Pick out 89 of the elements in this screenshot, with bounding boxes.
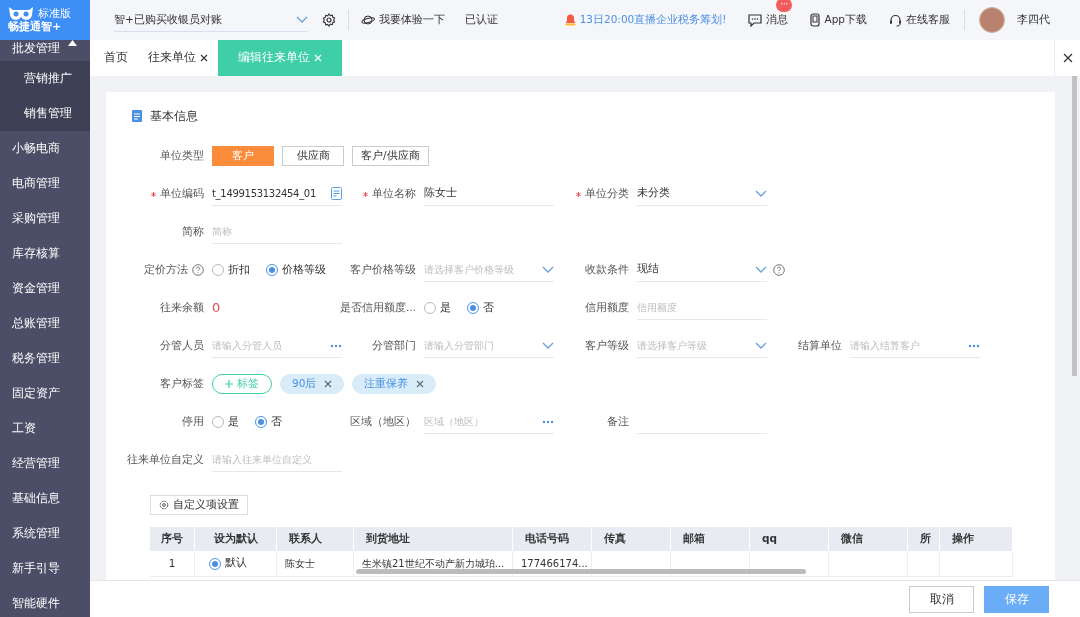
radio-label: 默认 <box>224 555 247 572</box>
column-header: 序号 <box>150 527 195 551</box>
column-header: 操作 <box>940 527 1013 551</box>
sidebar-item[interactable]: 电商管理 <box>0 166 90 201</box>
field-label: 简称 <box>182 224 204 240</box>
sidebar-item[interactable]: 新手引导 <box>0 551 90 586</box>
cancel-button[interactable]: 取消 <box>909 585 974 613</box>
field-label: 区域（地区） <box>350 414 416 430</box>
field-value: 0 <box>212 299 221 318</box>
field-label: 是否信用额度... <box>340 300 416 316</box>
input-field[interactable]: 陈女士 <box>424 182 554 206</box>
table-cell-text: 陈女士 <box>285 557 315 571</box>
field-label: 单位分类 <box>585 186 629 202</box>
field-placeholder: 请输入结算客户 <box>850 339 920 353</box>
sidebar-item[interactable]: 系统管理 <box>0 516 90 551</box>
column-header: 联系人 <box>277 527 354 551</box>
section-title: 基本信息 <box>150 108 198 125</box>
radio-label: 否 <box>483 299 494 316</box>
app-button[interactable]: App下载 <box>810 12 867 28</box>
sidebar-item[interactable]: 经营管理 <box>0 446 90 481</box>
field-label: 往来余额 <box>160 300 204 316</box>
message-button[interactable]: 消息 <box>748 12 789 28</box>
column-header: 设为默认 <box>195 527 277 551</box>
sidebar-item[interactable]: 库存核算 <box>0 236 90 271</box>
field-value: t_1499153132454_01 <box>212 187 316 201</box>
sidebar-subitem[interactable]: 销售管理 <box>0 96 90 131</box>
column-header: 微信 <box>829 527 908 551</box>
radio-label: 否 <box>271 413 282 430</box>
sidebar-item[interactable]: 基础信息 <box>0 481 90 516</box>
brand-name: 畅捷通智+ <box>8 20 63 34</box>
field-label: 停用 <box>182 414 204 430</box>
custom-fields-button[interactable]: 自定义项设置 <box>150 495 248 515</box>
column-header: 所 <box>908 527 940 551</box>
sidebar-item[interactable]: 工资 <box>0 411 90 446</box>
verified-label: 已认证 <box>465 12 498 28</box>
column-header: 邮箱 <box>671 527 750 551</box>
column-header: qq <box>750 527 829 551</box>
user-name[interactable]: 李四代 <box>1017 12 1050 28</box>
type-option-button[interactable]: 供应商 <box>282 146 344 166</box>
input-field[interactable]: t_1499153132454_01 <box>212 182 342 206</box>
sidebar-item[interactable]: 税务管理 <box>0 341 90 376</box>
column-header: 传真 <box>592 527 671 551</box>
sidebar-subitem[interactable]: 营销推广 <box>0 61 90 96</box>
radio-label: 是 <box>228 413 239 430</box>
field-placeholder: 请选择客户价格等级 <box>424 263 514 277</box>
radio-label: 折扣 <box>228 261 250 278</box>
customer-tag: 注重保养 <box>352 374 437 394</box>
field-placeholder: 区域（地区） <box>424 415 484 429</box>
radio-label: 是 <box>440 299 451 316</box>
service-button[interactable]: 在线客服 <box>889 12 950 28</box>
column-header: 到货地址 <box>354 527 513 551</box>
field-label: 结算单位 <box>798 338 842 354</box>
table-cell: 1 <box>150 551 195 576</box>
field-label: 单位名称 <box>372 186 416 202</box>
field-label: 分管部门 <box>372 338 416 354</box>
account-select[interactable]: 智+已购买收银员对账 <box>114 8 308 32</box>
sidebar-item[interactable]: 小畅电商 <box>0 131 90 166</box>
field-label: 单位编码 <box>160 186 204 202</box>
experience-link[interactable]: 我要体验一下 <box>361 12 445 28</box>
field-placeholder: 请选择客户等级 <box>637 339 707 353</box>
field-label: 分管人员 <box>160 338 204 354</box>
column-header: 电话号码 <box>513 527 592 551</box>
field-label: 备注 <box>607 414 629 430</box>
customer-tag: 90后 <box>280 374 345 394</box>
sidebar-item[interactable]: 采购管理 <box>0 201 90 236</box>
field-label: 定价方法 <box>144 262 188 278</box>
table-cell-text: 177466174... <box>521 557 588 571</box>
notification-badge: ··· <box>776 0 793 13</box>
table-cell-text: 生米镇21世纪不动产新力城珀... <box>362 557 505 571</box>
field-label: 客户标签 <box>160 376 204 392</box>
field-value: 现结 <box>637 261 659 278</box>
field-value: 未分类 <box>637 185 670 202</box>
sidebar-item[interactable]: 智能硬件 <box>0 586 90 617</box>
field-label: 客户价格等级 <box>350 262 416 278</box>
select-field[interactable]: 未分类 <box>637 182 767 206</box>
field-label: 客户等级 <box>585 338 629 354</box>
sidebar-item[interactable]: 批发管理 <box>0 40 90 61</box>
sidebar-item[interactable]: 资金管理 <box>0 271 90 306</box>
field-label: 往来单位自定义 <box>127 452 204 468</box>
field-label: 单位类型 <box>160 148 204 164</box>
type-option-button[interactable]: 客户/供应商 <box>352 146 429 166</box>
radio-label: 价格等级 <box>282 261 326 278</box>
sidebar-item[interactable]: 固定资产 <box>0 376 90 411</box>
select-field[interactable]: 现结 <box>637 258 767 282</box>
field-label: 收款条件 <box>585 262 629 278</box>
edition-label: 标准版 <box>38 7 71 19</box>
sidebar-item[interactable]: 总账管理 <box>0 306 90 341</box>
field-value: 陈女士 <box>424 185 457 202</box>
field-label: 信用额度 <box>585 300 629 316</box>
